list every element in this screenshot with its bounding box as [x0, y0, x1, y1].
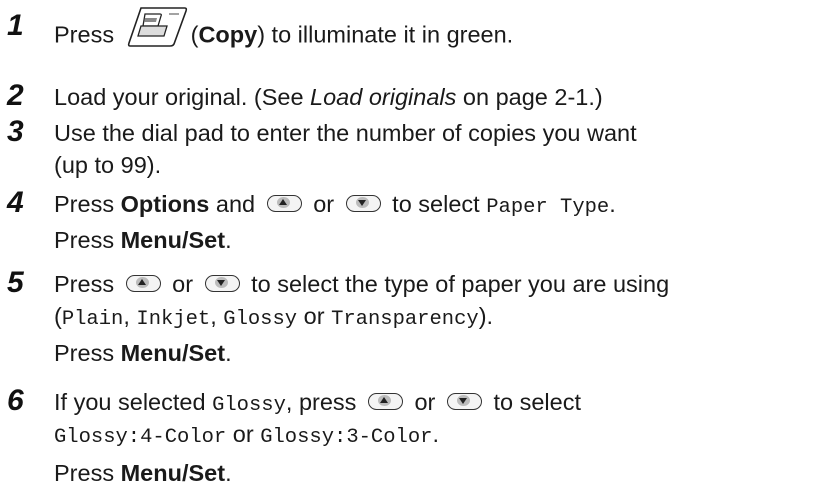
text: Press: [54, 340, 121, 366]
text: .: [432, 421, 439, 447]
text: .: [225, 340, 232, 366]
menu-set-key-label: Menu/Set: [120, 340, 226, 366]
text: (: [54, 303, 62, 329]
text: Press: [54, 271, 121, 297]
step-text: Press Options and or to select Paper Typ…: [54, 189, 616, 223]
text: .: [225, 460, 232, 486]
text: to select: [385, 191, 487, 217]
up-arrow-key-icon: [125, 275, 161, 293]
copy-key-label: Copy: [198, 21, 258, 48]
text: Press: [54, 21, 121, 48]
display-text: Glossy: [223, 308, 298, 331]
step-text: (Plain, Inkjet, Glossy or Transparency).: [54, 301, 493, 335]
step-text: If you selected Glossy, press or to sele…: [54, 387, 581, 421]
up-arrow-key-icon: [367, 393, 403, 411]
display-text: Inkjet: [136, 308, 211, 331]
step-text: Load your original. (See Load originals …: [54, 82, 603, 112]
text: or: [306, 191, 341, 217]
text: ,: [210, 303, 224, 329]
text: Press: [54, 460, 121, 486]
down-arrow-key-icon: [345, 195, 381, 213]
text: Press: [54, 191, 121, 217]
options-key-label: Options: [120, 191, 210, 217]
text: or: [297, 303, 332, 329]
text: If you selected: [54, 389, 213, 415]
text: to select the type of paper you are usin…: [244, 271, 670, 297]
text: Press: [54, 227, 121, 253]
display-text: Glossy:4-Color: [54, 426, 227, 449]
text: .: [225, 227, 232, 253]
display-text: Plain: [61, 308, 124, 331]
copy-key-icon: [127, 6, 189, 55]
step-text: Use the dial pad to enter the number of …: [54, 120, 637, 146]
text: on page 2-1.): [456, 84, 603, 110]
step-number: 3: [7, 115, 24, 148]
step-number: 4: [7, 186, 24, 219]
text: ).: [478, 303, 494, 329]
text: to select: [486, 389, 581, 415]
display-text: Glossy: [212, 394, 286, 417]
step-number: 1: [7, 9, 24, 42]
step-number: 5: [7, 266, 24, 299]
text: ,: [123, 303, 137, 329]
step-text: Press Menu/Set.: [54, 338, 232, 368]
text: and: [209, 191, 262, 217]
step-text: Press (Copy) to illuminate it in green.: [54, 7, 514, 61]
up-arrow-key-icon: [266, 195, 302, 213]
step-text: Press Menu/Set.: [54, 458, 232, 488]
down-arrow-key-icon: [204, 275, 240, 293]
reference-title: Load originals: [310, 84, 457, 110]
menu-set-key-label: Menu/Set: [120, 227, 226, 253]
text: ) to illuminate it in green.: [257, 21, 514, 48]
step-text: Press or to select the type of paper you…: [54, 269, 669, 299]
text: or: [165, 271, 200, 297]
text: , press: [285, 389, 363, 415]
step-text: Glossy:4-Color or Glossy:3-Color.: [54, 419, 439, 453]
text: Load your original. (See: [54, 84, 311, 110]
step-text: Press Menu/Set.: [54, 225, 232, 255]
menu-set-key-label: Menu/Set: [120, 460, 226, 486]
down-arrow-key-icon: [446, 393, 482, 411]
text: or: [407, 389, 442, 415]
display-text: Glossy:3-Color: [260, 426, 433, 449]
step-number: 6: [7, 384, 24, 417]
step-text: (up to 99).: [54, 152, 162, 178]
text: .: [609, 191, 616, 217]
display-text: Paper Type: [486, 196, 610, 219]
text: or: [226, 421, 261, 447]
display-text: Transparency: [331, 308, 479, 331]
step-number: 2: [7, 79, 24, 112]
